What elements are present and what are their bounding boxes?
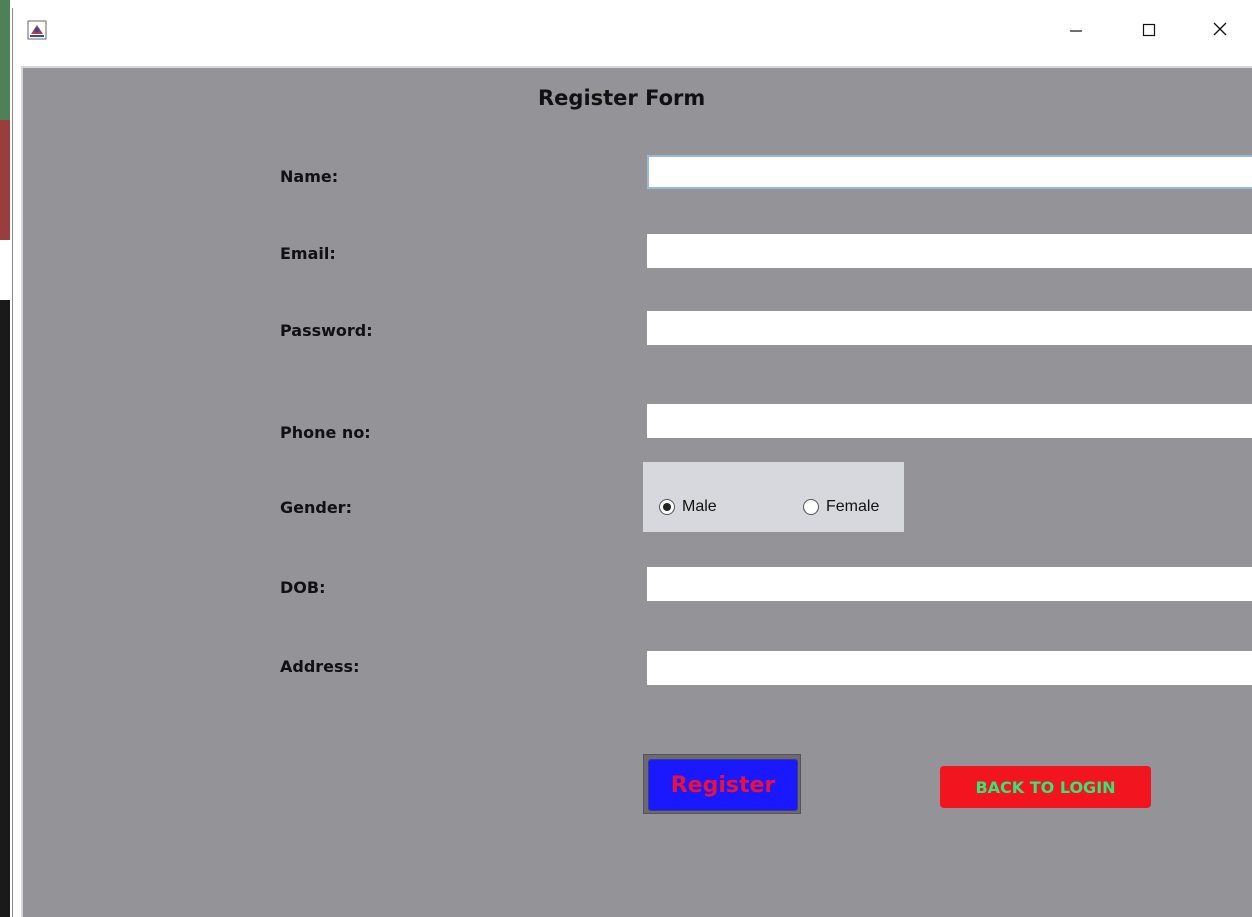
register-button[interactable]: Register <box>648 759 798 811</box>
radio-unchecked-icon <box>803 499 819 515</box>
phone-label: Phone no: <box>280 423 371 442</box>
dob-label: DOB: <box>280 578 326 597</box>
email-field[interactable] <box>647 234 1252 268</box>
gender-female-label: Female <box>826 498 880 515</box>
phone-field[interactable] <box>647 404 1252 438</box>
address-field[interactable] <box>647 651 1252 685</box>
maximize-icon <box>1142 22 1156 41</box>
page-title: Register Form <box>538 86 706 110</box>
radio-checked-icon <box>659 499 675 515</box>
gender-male-radio[interactable]: Male <box>659 498 717 516</box>
form-panel: Register Form Name: Email: Password: Pho… <box>21 66 1252 917</box>
email-label: Email: <box>280 244 336 263</box>
gender-female-radio[interactable]: Female <box>803 498 879 516</box>
minimize-icon <box>1069 22 1083 41</box>
dob-field[interactable] <box>647 567 1252 601</box>
name-label: Name: <box>280 167 339 186</box>
gender-label: Gender: <box>280 498 352 517</box>
register-button-frame: Register <box>643 754 801 814</box>
register-window: Register Form Name: Email: Password: Pho… <box>12 8 1252 917</box>
gender-male-label: Male <box>682 498 717 515</box>
desktop-background-strip <box>0 0 12 917</box>
back-to-login-button[interactable]: BACK TO LOGIN <box>940 766 1151 808</box>
maximize-button[interactable] <box>1126 8 1172 54</box>
password-field[interactable] <box>647 311 1252 345</box>
name-field[interactable] <box>647 155 1252 189</box>
password-label: Password: <box>280 321 373 340</box>
address-label: Address: <box>280 657 360 676</box>
gender-radio-group: Male Female <box>643 462 904 532</box>
minimize-button[interactable] <box>1053 8 1099 54</box>
close-icon <box>1212 21 1228 41</box>
screen: Register Form Name: Email: Password: Pho… <box>0 0 1252 917</box>
close-button[interactable] <box>1197 8 1243 54</box>
title-bar[interactable] <box>13 8 1252 60</box>
java-app-icon <box>27 20 47 40</box>
